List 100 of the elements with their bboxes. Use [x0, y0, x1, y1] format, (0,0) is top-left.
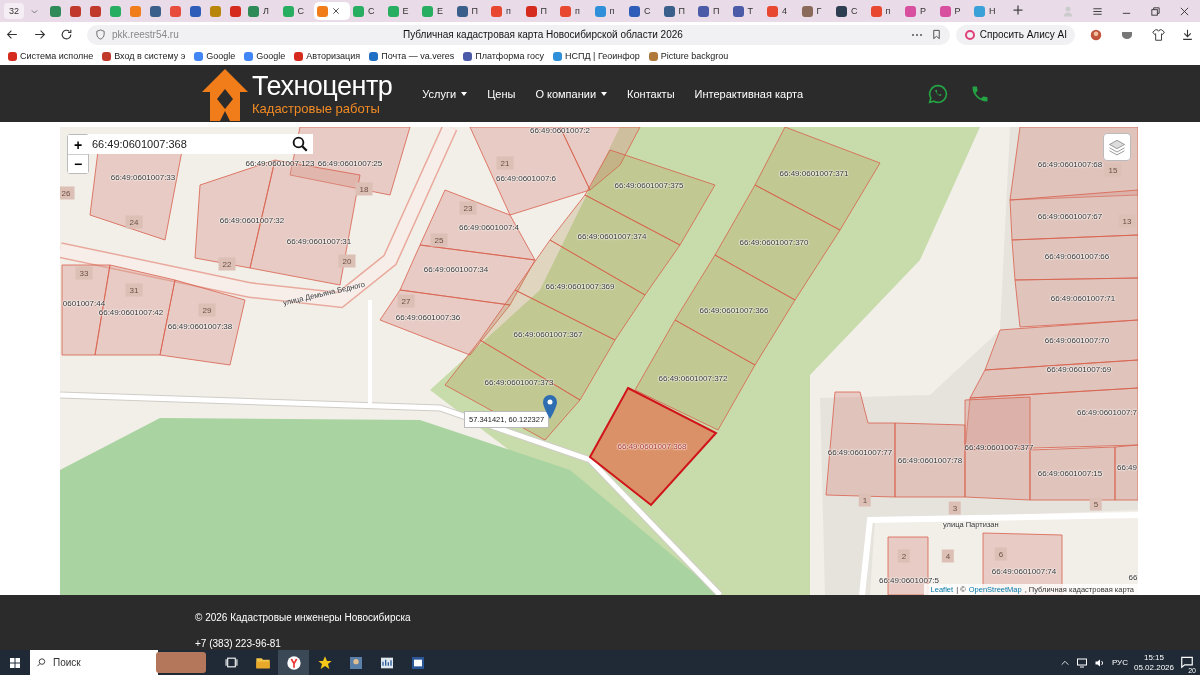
parcel-number-label[interactable]: 66:49:0601007:366 — [699, 305, 769, 315]
bookmark-link[interactable]: Система исполне — [8, 51, 94, 61]
network-icon[interactable] — [1075, 656, 1088, 669]
bookmark-link[interactable]: Google — [244, 51, 286, 61]
browser-tab[interactable]: П — [522, 2, 557, 20]
parcel-number-label[interactable]: 66:49:0601007:370 — [739, 237, 809, 247]
menu-icon[interactable] — [1092, 5, 1103, 17]
parcel-number-label[interactable]: 66:49:0601007:71 — [1050, 293, 1116, 303]
parcel-number-label[interactable]: 66:49:0601007:25 — [317, 158, 383, 168]
parcel-number-label[interactable]: 66:49:0601007:38 — [167, 321, 233, 331]
parcel-number-label[interactable]: 66:49:0601007:74 — [991, 566, 1057, 576]
app-window-icon[interactable] — [347, 654, 364, 671]
parcel-number-label[interactable]: 66:49:0601007:69 — [1046, 364, 1112, 374]
browser-tab[interactable]: С — [279, 2, 314, 20]
task-view-icon[interactable] — [225, 656, 238, 669]
parcel-number-label[interactable]: 66:49:0601007:68 — [1037, 159, 1103, 169]
search-field[interactable]: 66:49:0601007:368 — [88, 134, 313, 154]
back-arrow-icon[interactable] — [6, 28, 19, 41]
avatar-icon[interactable] — [1089, 27, 1103, 42]
clock[interactable]: 15:15 05.02.2026 — [1133, 652, 1174, 673]
ask-alice-button[interactable]: Спросить Алису AI — [955, 24, 1075, 45]
browser-tab[interactable]: С — [833, 2, 868, 20]
parcel-number-label[interactable]: 66:49:0601007:2 — [529, 127, 591, 135]
close-icon[interactable] — [332, 7, 340, 15]
reload-icon[interactable] — [60, 28, 73, 41]
close-icon[interactable] — [1179, 5, 1190, 17]
parcel-number-label[interactable]: 66:49:0601007:33 — [110, 172, 176, 182]
bookmark-icon[interactable] — [930, 29, 942, 40]
browser-tab[interactable]: Е — [384, 2, 419, 20]
parcel-number-label[interactable]: 66:49:0601007:15 — [1037, 468, 1103, 478]
parcel-number-label[interactable]: 66:49:0601007:7 — [1076, 407, 1138, 417]
search-icon[interactable] — [291, 135, 309, 153]
parcel-number-label[interactable]: 66:49:0601007:78 — [897, 455, 963, 465]
parcel-number-label[interactable]: 66:49:0601007:42 — [98, 307, 164, 317]
bookmark-link[interactable]: Вход в систему э — [102, 51, 186, 61]
browser-tab[interactable]: 4 — [764, 2, 799, 20]
restore-icon[interactable] — [1150, 5, 1161, 17]
star-icon[interactable] — [316, 654, 333, 671]
parcel-number-label[interactable]: 66:49:0601007:373 — [484, 377, 554, 387]
parcel-number-label[interactable]: 66:49:0601007:70 — [1044, 335, 1110, 345]
parcel-number-label[interactable]: 66 — [1128, 572, 1138, 582]
parcel-number-label[interactable]: 66:49:0601007:36 — [395, 312, 461, 322]
bookmark-link[interactable]: Почта — va.veres — [369, 51, 455, 61]
browser-tab[interactable]: П — [660, 2, 695, 20]
browser-y-icon[interactable] — [285, 654, 302, 671]
taskbar-search-field[interactable]: Поиск — [30, 650, 158, 675]
document-window-icon[interactable] — [409, 654, 426, 671]
browser-tab[interactable]: Н — [971, 2, 1006, 20]
parcel-number-label[interactable]: 66:49:0601007:374 — [577, 231, 647, 241]
parcel-number-label[interactable]: 66:49:0601007:31 — [286, 236, 352, 246]
bookmark-link[interactable]: Picture backgrou — [648, 51, 729, 61]
bookmark-link[interactable]: Авторизация — [294, 51, 361, 61]
browser-tab[interactable]: Р — [902, 2, 937, 20]
nav-link[interactable]: О компании — [525, 87, 618, 100]
parcel-number-label[interactable]: 66:49:0601007:66 — [1044, 251, 1110, 261]
selected-parcel-outline[interactable] — [588, 386, 718, 507]
parcel-number-label[interactable]: 66:49:0601007:375 — [614, 180, 684, 190]
chat-bubble-phone-icon[interactable] — [928, 83, 948, 104]
parcel-number-label[interactable]: 66:49:0601007:5 — [878, 575, 940, 585]
parcel-number-label[interactable]: 0601007:44 — [62, 298, 106, 308]
browser-tab[interactable]: п — [488, 2, 523, 20]
browser-tab[interactable]: Л — [245, 2, 280, 20]
parcel-number-label[interactable]: 66:49 — [1117, 462, 1137, 472]
browser-tab[interactable]: Е — [419, 2, 454, 20]
browser-tab[interactable]: П — [695, 2, 730, 20]
nav-link[interactable]: Контакты — [617, 87, 685, 100]
forward-arrow-icon[interactable] — [33, 28, 46, 41]
download-icon[interactable] — [1181, 28, 1194, 41]
parcel-number-label[interactable]: 66:49:0601007:6 — [495, 173, 557, 183]
zoom-out-button[interactable]: − — [68, 154, 88, 173]
map-pin-icon[interactable] — [543, 395, 557, 419]
browser-tab[interactable]: Т — [729, 2, 764, 20]
browser-tab[interactable]: п — [591, 2, 626, 20]
nav-link[interactable]: Цены — [477, 87, 526, 100]
nav-link[interactable]: Услуги — [412, 87, 478, 100]
notification-icon[interactable] — [1180, 654, 1194, 669]
browser-tab[interactable]: С — [626, 2, 661, 20]
bookmark-link[interactable]: НСПД | Геоинфор — [553, 51, 640, 61]
parcel-number-label[interactable]: 66:49:0601007:367 — [513, 329, 583, 339]
language-indicator[interactable]: РУС — [1111, 658, 1128, 667]
shirt-icon[interactable] — [1151, 27, 1165, 42]
parcel-number-label[interactable]: 66:49:0601007:67 — [1037, 211, 1103, 221]
windows-start-icon[interactable] — [9, 656, 21, 669]
parcel-number-label[interactable]: 66:49:0601007:377 — [964, 442, 1034, 452]
browser-tab[interactable]: п — [867, 2, 902, 20]
parcel-number-label[interactable]: 66:49:0601007:369 — [545, 281, 615, 291]
parcel-number-label[interactable]: 66:49:0601007:372 — [658, 373, 728, 383]
nav-link[interactable]: Интерактивная карта — [684, 87, 814, 100]
browser-tab[interactable]: С — [350, 2, 385, 20]
parcel-number-label[interactable]: 66:49:0601007:32 — [219, 215, 285, 225]
parcel-number-label[interactable]: 66:49:0601007:4 — [458, 222, 520, 232]
address-bar[interactable]: pkk.reestr54.ru Публичная кадастровая карта Новосибирской области 2026 — [87, 24, 950, 45]
browser-tab[interactable]: П — [453, 2, 488, 20]
browser-tab[interactable]: п — [557, 2, 592, 20]
browser-tab[interactable]: Р — [936, 2, 971, 20]
parcel-number-label[interactable]: 66:49:0601007:77 — [827, 447, 893, 457]
tab-count-badge[interactable]: 32 — [4, 3, 24, 19]
parcel-number-label[interactable]: 66:49:0601007:123 — [245, 158, 315, 168]
bookmark-link[interactable]: Платформа госу — [463, 51, 545, 61]
parcel-number-label[interactable]: 66:49:0601007:34 — [423, 264, 489, 274]
